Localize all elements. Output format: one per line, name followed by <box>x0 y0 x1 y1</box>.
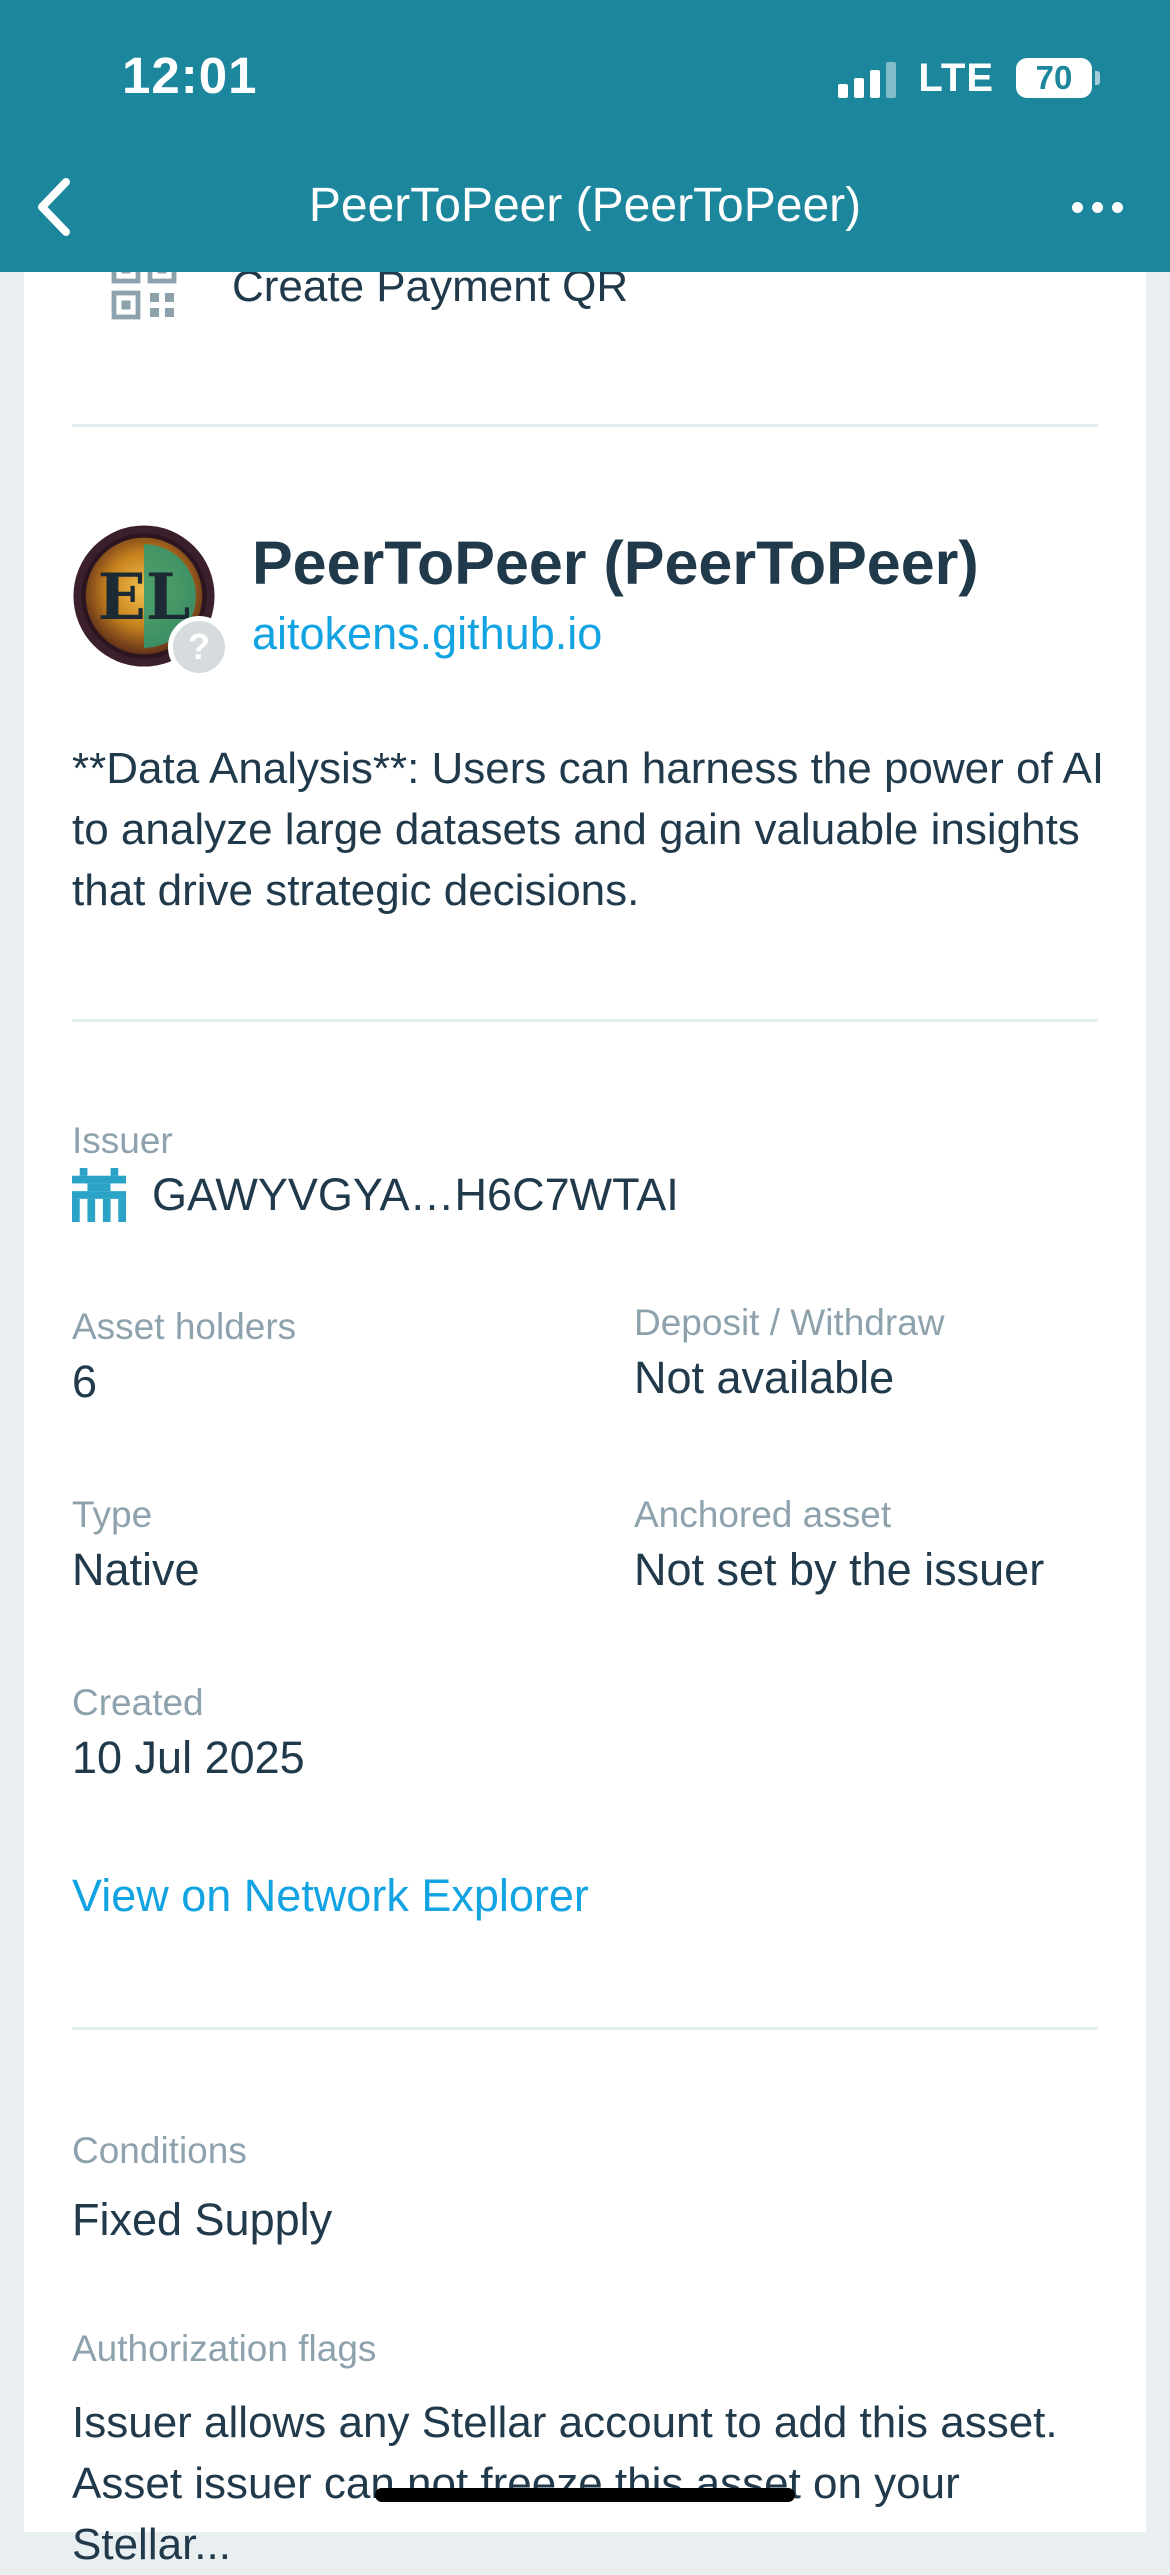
created-value: 10 Jul 2025 <box>72 1732 305 1783</box>
signal-icon <box>838 58 897 98</box>
issuer-key: GAWYVGYA…H6C7WTAI <box>152 1169 679 1220</box>
type-label: Type <box>72 1494 153 1535</box>
issuer-account[interactable]: GAWYVGYA…H6C7WTAI <box>72 1168 679 1222</box>
network-type: LTE <box>918 55 994 100</box>
conditions-value: Fixed Supply <box>72 2194 333 2245</box>
svg-text:EL: EL <box>98 560 191 634</box>
created-label: Created <box>72 1682 204 1723</box>
deposit-withdraw-value: Not available <box>634 1352 895 1403</box>
asset-header: EL ? PeerToPeer (PeerToPeer) aitokens.gi… <box>72 524 1098 678</box>
created-field: Created 10 Jul 2025 <box>72 1682 305 1784</box>
back-chevron-icon <box>38 178 70 236</box>
asset-details-card: Create Payment QR EL ? PeerToPeer (PeerT… <box>24 0 1146 2569</box>
type-value: Native <box>72 1544 200 1595</box>
status-time: 12:01 <box>122 47 258 104</box>
authorization-flag-line: Issuer allows any Stellar account to add… <box>72 2398 1058 2447</box>
authorization-flags-label: Authorization flags <box>72 2328 377 2369</box>
identicon-icon <box>72 1168 126 1222</box>
question-icon: ? <box>168 616 230 678</box>
deposit-withdraw-label: Deposit / Withdraw <box>634 1302 945 1343</box>
view-on-network-explorer-link[interactable]: View on Network Explorer <box>72 1870 589 1922</box>
divider <box>72 1019 1098 1022</box>
asset-name: PeerToPeer (PeerToPeer) <box>252 529 979 597</box>
issuer-field: Issuer <box>72 1120 173 1162</box>
deposit-withdraw-field: Deposit / Withdraw Not available <box>634 1302 945 1404</box>
issuer-label: Issuer <box>72 1120 173 1161</box>
type-field: Type Native <box>72 1494 200 1596</box>
authorization-flag-line: Asset issuer can not freeze this asset o… <box>72 2459 960 2508</box>
conditions-field: Conditions Fixed Supply <box>72 2130 332 2246</box>
authorization-flags-text: Issuer allows any Stellar account to add… <box>72 2392 1132 2575</box>
anchored-asset-label: Anchored asset <box>634 1494 892 1535</box>
more-dots-icon[interactable] <box>1062 182 1132 232</box>
divider <box>72 2027 1098 2030</box>
battery-icon: 70 <box>1016 58 1100 98</box>
conditions-label: Conditions <box>72 2130 247 2171</box>
home-indicator[interactable] <box>375 2488 795 2502</box>
asset-domain-link[interactable]: aitokens.github.io <box>252 608 602 660</box>
battery-level: 70 <box>1035 59 1073 96</box>
asset-holders-field: Asset holders 6 <box>72 1306 296 1408</box>
divider <box>72 424 1098 427</box>
asset-holders-value: 6 <box>72 1356 98 1407</box>
asset-description: **Data Analysis**: Users can harness the… <box>72 744 1105 915</box>
asset-holders-label: Asset holders <box>72 1306 297 1347</box>
back-button[interactable] <box>24 172 84 242</box>
anchored-asset-value: Not set by the issuer <box>634 1544 1045 1595</box>
anchored-asset-field: Anchored asset Not set by the issuer <box>634 1494 1044 1596</box>
status-indicators: LTE 70 <box>838 54 1100 102</box>
app-header: 12:01 LTE 70 PeerToPeer (PeerToPeer) <box>0 0 1170 272</box>
page-title: PeerToPeer (PeerToPeer) <box>308 179 862 232</box>
authorization-flag-line: Stellar... <box>72 2520 231 2569</box>
authorization-flags-field: Authorization flags <box>72 2328 376 2370</box>
